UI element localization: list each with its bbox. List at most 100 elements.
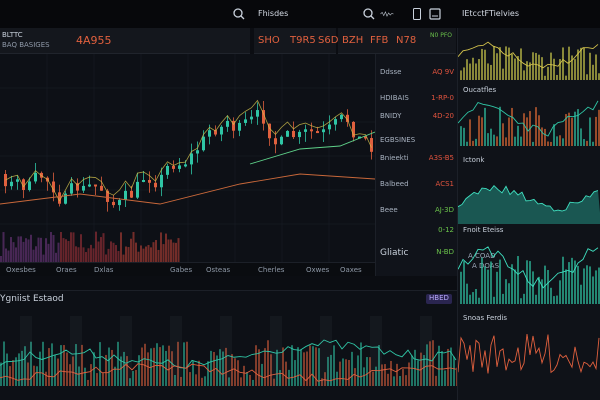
volume-bar bbox=[95, 231, 97, 262]
candle-body bbox=[94, 184, 97, 187]
spark-bar bbox=[469, 294, 471, 304]
candle-body bbox=[10, 181, 13, 187]
watchlist-row[interactable]: Bnieekti A3S-B5 bbox=[380, 154, 454, 166]
spark-bar bbox=[484, 266, 486, 304]
watchlist-row[interactable]: Gliatic N-BD bbox=[380, 248, 454, 260]
volume-bar bbox=[45, 238, 47, 262]
axis-label: Oaxes bbox=[340, 266, 362, 274]
spark-bar bbox=[487, 133, 489, 146]
spark-bar bbox=[499, 259, 501, 304]
spark-bar bbox=[541, 127, 543, 146]
volume-chart[interactable] bbox=[0, 306, 457, 400]
watchlist-row[interactable]: Beee AJ-3D bbox=[380, 206, 454, 218]
volume-bar bbox=[261, 363, 263, 386]
spark-bar bbox=[463, 261, 465, 304]
spark-bar bbox=[532, 271, 534, 304]
top-bar: Fhisdes IEtcctFTielvies bbox=[0, 0, 600, 28]
column-highlight bbox=[170, 316, 182, 386]
candle-body bbox=[292, 130, 295, 138]
spark-bar bbox=[589, 117, 591, 146]
volume-bar bbox=[132, 231, 135, 262]
spark-bar bbox=[496, 53, 498, 80]
spark-bar bbox=[499, 47, 501, 80]
side-panel-3[interactable]: Ictonk bbox=[457, 150, 600, 224]
ticker-sub: BAQ BASIGES bbox=[2, 41, 50, 49]
volume-bar bbox=[351, 351, 353, 386]
volume-bar bbox=[348, 360, 350, 386]
volume-bar bbox=[140, 245, 142, 262]
spark-bar bbox=[562, 256, 564, 304]
side-panel-1[interactable] bbox=[457, 28, 600, 84]
volume-bar bbox=[183, 342, 185, 386]
spark-bar bbox=[520, 136, 522, 146]
volume-bar bbox=[2, 232, 5, 262]
volume-bar bbox=[339, 361, 341, 386]
volume-bar bbox=[318, 348, 320, 386]
volume-bar bbox=[303, 352, 305, 386]
side-panel-5[interactable]: Snoas Ferdis bbox=[457, 308, 600, 400]
spark-bar bbox=[589, 266, 591, 304]
spark-bar bbox=[514, 58, 516, 80]
volume-bar bbox=[414, 349, 416, 386]
spark-bar bbox=[538, 115, 540, 146]
volume-bar bbox=[87, 379, 89, 386]
candle-body bbox=[316, 131, 319, 134]
spark-bar bbox=[565, 75, 567, 80]
moving-average bbox=[5, 99, 372, 202]
search-icon[interactable] bbox=[232, 8, 246, 20]
candle-body bbox=[256, 110, 259, 117]
spark-bar bbox=[469, 63, 471, 80]
volume-bar bbox=[399, 376, 401, 386]
candle-body bbox=[118, 200, 121, 206]
spark-bar bbox=[472, 140, 474, 146]
volume-bar bbox=[36, 366, 38, 386]
main-candlestick-chart[interactable] bbox=[0, 54, 375, 262]
watchlist-symbol: Ddsse bbox=[380, 68, 402, 76]
candle-body bbox=[28, 181, 31, 190]
spark-bar bbox=[487, 269, 489, 304]
volume-bar bbox=[135, 242, 137, 262]
spark-bar bbox=[511, 264, 513, 304]
volume-bar bbox=[132, 371, 134, 386]
spark-bar bbox=[523, 113, 525, 146]
volume-bar bbox=[102, 372, 104, 386]
spark-bar bbox=[463, 127, 465, 146]
spark-bar bbox=[511, 54, 513, 80]
candle-body bbox=[334, 119, 337, 125]
candle-body bbox=[190, 153, 193, 165]
candle-body bbox=[178, 165, 181, 169]
volume-bar bbox=[114, 366, 116, 386]
square-icon[interactable] bbox=[428, 8, 442, 20]
volume-bar bbox=[137, 251, 140, 262]
watchlist-row[interactable]: BNIDY 4D-20 bbox=[380, 112, 454, 124]
volume-bar bbox=[117, 341, 119, 386]
phone-icon[interactable] bbox=[410, 8, 424, 20]
volume-bar bbox=[92, 248, 95, 262]
side-panel-4[interactable]: Fnoit Eteiss A COAD A DOAS bbox=[457, 224, 600, 308]
spark-bar bbox=[526, 117, 528, 146]
watchlist-row[interactable]: HDIBAIS 1-RP-0 bbox=[380, 94, 454, 106]
volume-bar bbox=[249, 374, 251, 386]
volume-badge[interactable]: HBED bbox=[426, 294, 452, 304]
watchlist-row[interactable]: Ddsse AQ 9V bbox=[380, 68, 454, 80]
side-panel-2[interactable]: Oucatfles bbox=[457, 84, 600, 150]
spark-bar bbox=[520, 298, 522, 304]
volume-bar bbox=[175, 242, 177, 262]
watchlist-row[interactable]: 0-12 bbox=[380, 226, 454, 238]
watchlist-value: 0-12 bbox=[438, 226, 454, 234]
volume-bar bbox=[153, 347, 155, 386]
column-highlight bbox=[70, 316, 82, 386]
volume-bar bbox=[117, 250, 120, 262]
spark-bar bbox=[586, 140, 588, 146]
volume-bar bbox=[255, 345, 257, 386]
watchlist-row[interactable]: EGBSINES bbox=[380, 136, 454, 148]
watchlist-row[interactable]: Balbeed ACS1 bbox=[380, 180, 454, 192]
volume-bar bbox=[66, 352, 68, 386]
waveform-icon[interactable] bbox=[380, 8, 394, 20]
spark-bar bbox=[535, 294, 537, 304]
volume-bar bbox=[150, 247, 152, 262]
axis-label: Gabes bbox=[170, 266, 193, 274]
spark-bar bbox=[517, 256, 519, 304]
search-icon[interactable] bbox=[362, 8, 376, 20]
volume-badge-label: HBED bbox=[429, 294, 449, 302]
